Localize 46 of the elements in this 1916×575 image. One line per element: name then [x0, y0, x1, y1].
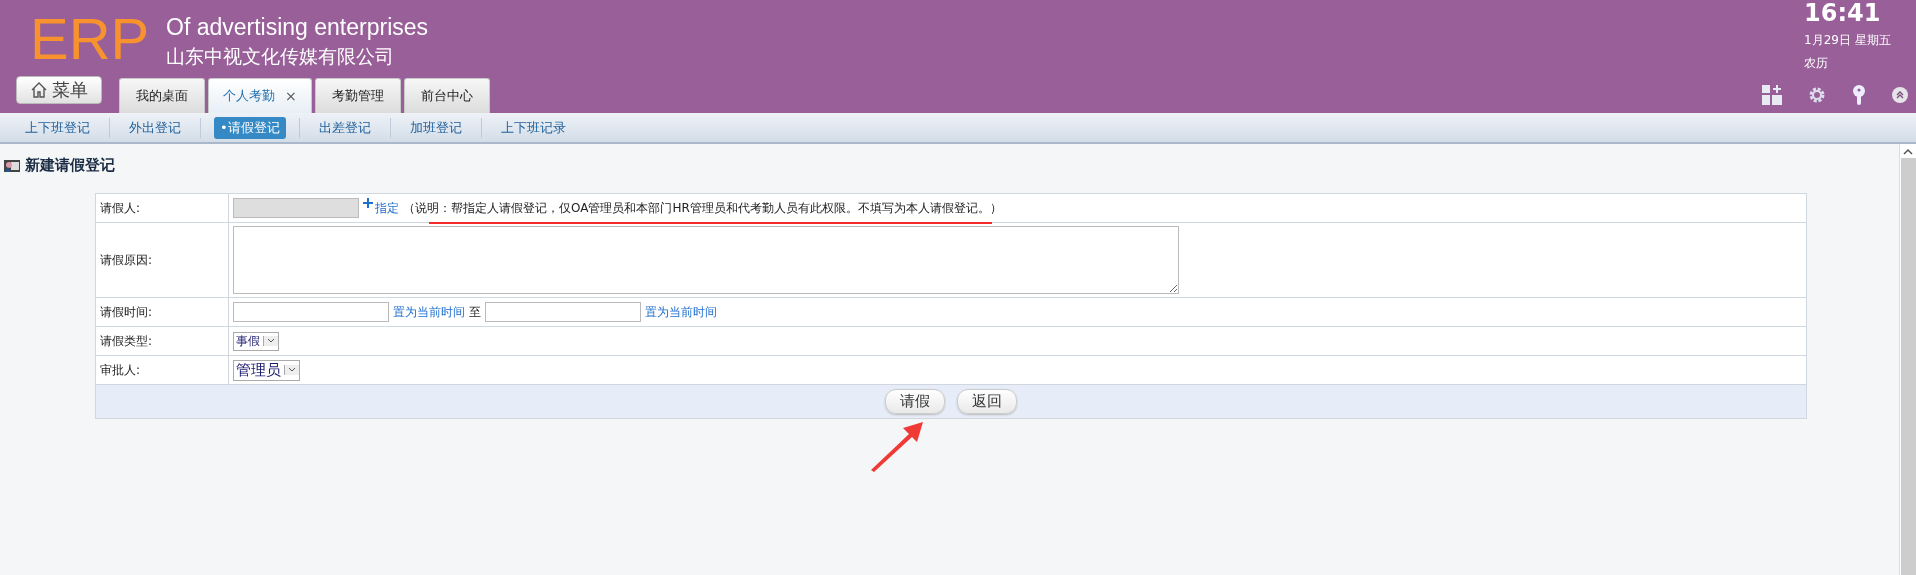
tab[interactable]: 考勤管理: [314, 78, 401, 113]
scrollbar-thumb[interactable]: [1900, 158, 1916, 575]
tab[interactable]: 前台中心: [403, 78, 490, 113]
page-title: 新建请假登记: [25, 156, 115, 175]
person-field[interactable]: [233, 198, 359, 218]
company-name: 山东中视文化传媒有限公司: [166, 44, 394, 69]
subnav-item[interactable]: 上下班记录: [494, 116, 572, 139]
select-field[interactable]: 事假: [233, 331, 279, 351]
menu-button[interactable]: 菜单: [16, 76, 102, 104]
subnav-item[interactable]: 上下班登记: [19, 116, 96, 139]
set-now-link[interactable]: 置为当前时间: [393, 304, 465, 319]
field-label: 请假人:: [100, 200, 141, 215]
key-icon[interactable]: [1852, 85, 1866, 105]
field-label: 审批人:: [100, 362, 141, 377]
assign-link[interactable]: 指定: [375, 200, 399, 215]
subnav-item[interactable]: 出差登记: [312, 116, 377, 139]
collapse-icon[interactable]: [1892, 87, 1908, 103]
clock-time: 16:41: [1804, 0, 1882, 26]
subnav-item[interactable]: •请假登记: [214, 116, 286, 139]
logo: ERP: [29, 10, 151, 68]
tab[interactable]: 我的桌面: [119, 78, 205, 113]
note-text: （说明：帮指定人请假登记，仅OA管理员和本部门HR管理员和代考勤人员有此权限。不填写为本人请假登记。）: [403, 200, 1002, 215]
subnav-item[interactable]: 加班登记: [403, 116, 468, 139]
form-icon: [3, 157, 21, 174]
field-label: 请假类型:: [100, 333, 153, 348]
subnav-item[interactable]: 外出登记: [123, 116, 187, 139]
select-field[interactable]: 管理员: [233, 359, 300, 381]
back-button[interactable]: 返回: [957, 389, 1017, 414]
plus-icon[interactable]: [363, 198, 373, 208]
tab[interactable]: 个人考勤 ×: [208, 78, 312, 113]
set-now-link[interactable]: 置为当前时间: [644, 304, 717, 319]
start-time-field[interactable]: [233, 302, 389, 322]
add-widget-icon[interactable]: [1762, 85, 1782, 105]
close-icon[interactable]: ×: [285, 88, 297, 104]
settings-icon[interactable]: [1808, 86, 1826, 104]
field-label: 请假原因:: [100, 252, 153, 267]
home-icon: [30, 81, 48, 99]
slogan: Of advertising enterprises: [166, 14, 429, 41]
submit-button[interactable]: 请假: [885, 389, 945, 414]
clock-date: 1月29日 星期五: [1804, 32, 1892, 49]
lunar-label: 农历: [1804, 55, 1829, 72]
field-label: 请假时间:: [100, 304, 153, 319]
reason-field[interactable]: [233, 226, 1179, 294]
scroll-up-icon[interactable]: [1903, 148, 1913, 156]
separator-text: 至: [469, 304, 481, 319]
end-time-field[interactable]: [484, 302, 641, 322]
